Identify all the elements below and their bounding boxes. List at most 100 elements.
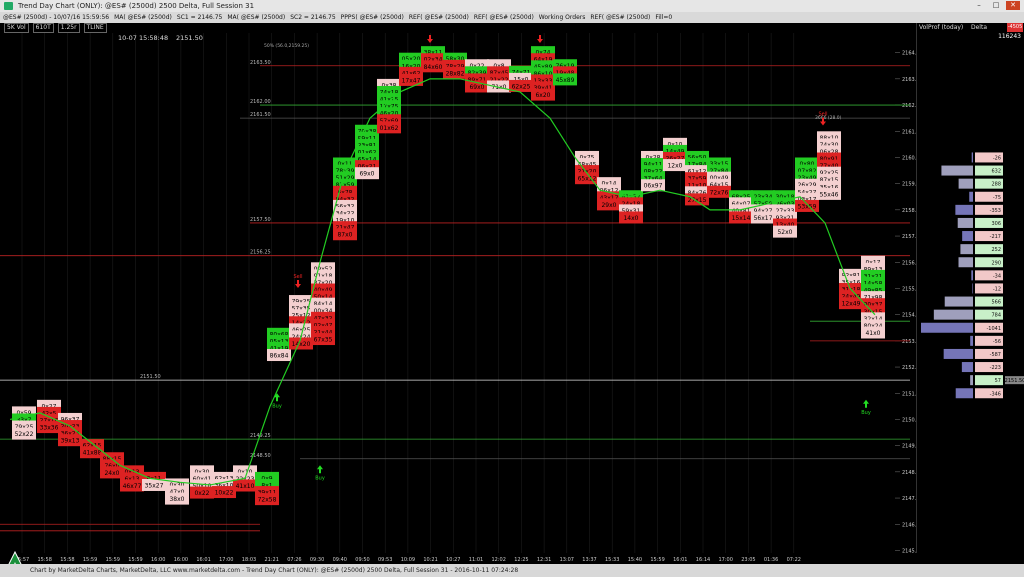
time-tick-label: 09:50 xyxy=(355,557,369,563)
footprint-cell-text: 69x0 xyxy=(469,84,484,91)
profile-delta-value: -346 xyxy=(990,391,1001,397)
chart-setting-1[interactable]: 610T xyxy=(32,23,54,33)
toolbar-item[interactable]: SC1 = 2146.75 xyxy=(177,12,222,23)
toolbar-item[interactable]: MA( @ES# (2500d) xyxy=(227,12,285,23)
toolbar-item[interactable]: Working Orders xyxy=(539,12,586,23)
time-tick-label: 16:00 xyxy=(151,557,165,563)
profile-delta-value: -26 xyxy=(993,155,1001,161)
price-tick-label: 2151.00 xyxy=(902,391,916,397)
footprint-cell-text: 41x10 xyxy=(236,483,255,490)
time-axis: 15:57 15:58 15:58 15:59 15:59 15:59 16:00 16:00… xyxy=(15,557,801,563)
minimize-button[interactable]: – xyxy=(972,1,986,10)
time-tick-label: 16:01 xyxy=(673,557,687,563)
app-icon xyxy=(4,2,13,10)
footprint-cell-text: 15x14 xyxy=(732,215,751,222)
profile-bar xyxy=(969,191,973,202)
footprint-cell-text: 72x76 xyxy=(710,189,729,196)
time-tick-label: 23:05 xyxy=(741,557,755,563)
profile-delta-value: 566 xyxy=(991,300,1001,306)
profile-delta-value: -1041 xyxy=(986,326,1001,332)
profile-delta-value: -75 xyxy=(993,195,1001,201)
reference-line-label: 2162.00 xyxy=(250,99,271,105)
time-tick-label: 15:59 xyxy=(83,557,97,563)
chart-setting-0[interactable]: 5K Vol xyxy=(4,23,29,33)
footprint-cell-text: 62x25 xyxy=(512,83,531,90)
footprint-cell-text: 45x89 xyxy=(556,77,575,84)
footprint-cell-text: 38x0 xyxy=(169,496,184,503)
time-tick-label: 17:00 xyxy=(219,557,233,563)
time-tick-label: 16:00 xyxy=(174,557,188,563)
sell-signal-label: Sell xyxy=(293,274,302,280)
profile-bar xyxy=(962,231,973,242)
footprint-cell-text: 14x20 xyxy=(292,341,311,348)
chart-setting-2[interactable]: 1.25r xyxy=(57,23,80,33)
time-tick-label: 07:26 xyxy=(287,557,301,563)
volume-profile-histogram: -26 632 288 -75 -353 306 -217 252 290 -34 -12 566 78… xyxy=(921,152,1024,399)
toolbar-item[interactable]: Fill=0 xyxy=(655,12,672,23)
footprint-cell-text: 41x88 xyxy=(83,450,102,457)
footprint-cell-text: 56x17 xyxy=(754,215,773,222)
profile-delta-value: -56 xyxy=(993,339,1001,345)
footprint-chart[interactable]: 2164.00 2163.00 2162.00 2161.00 2160.00 2159.… xyxy=(0,33,916,553)
time-tick-label: 15:33 xyxy=(605,557,619,563)
time-tick-label: 18:03 xyxy=(242,557,256,563)
time-tick-label: 15:40 xyxy=(628,557,642,563)
price-tick-label: 2155.00 xyxy=(902,286,916,292)
price-tick-label: 2161.00 xyxy=(902,129,916,135)
time-tick-label: 09:30 xyxy=(310,557,324,563)
maximize-button[interactable]: □ xyxy=(989,1,1003,10)
footprint-cell-text: 12x0 xyxy=(667,163,682,170)
toolbar-item[interactable]: REF( @ES# (2500d) xyxy=(590,12,650,23)
time-tick-label: 16:01 xyxy=(196,557,210,563)
price-tick-label: 2162.00 xyxy=(902,103,916,109)
buy-signal-label: Buy xyxy=(272,403,282,409)
profile-bar xyxy=(971,152,973,163)
time-tick-label: 07:22 xyxy=(787,557,801,563)
window-title: Trend Day Chart (ONLY): @ES# (2500d) 250… xyxy=(18,2,255,10)
close-button[interactable]: ✕ xyxy=(1006,1,1020,10)
profile-bar xyxy=(933,309,973,320)
toolbar-item[interactable]: SC2 = 2146.75 xyxy=(290,12,335,23)
profile-bar xyxy=(970,335,973,346)
reference-line-label: 2156.25 xyxy=(250,250,271,256)
toolbar-item[interactable]: REF( @ES# (2500d) xyxy=(474,12,534,23)
sell-signal-label: Sell xyxy=(425,33,434,35)
toolbar-item[interactable]: PPPS( @ES# (2500d) xyxy=(341,12,404,23)
time-tick-label: 17:00 xyxy=(718,557,732,563)
profile-delta-value: 632 xyxy=(991,169,1001,175)
chart-setting-3[interactable]: TLINE xyxy=(83,23,107,33)
toolbar-item[interactable]: @ES# (2500d) - 10/07/16 15:59:56 xyxy=(3,12,109,23)
time-tick-label: 10:27 xyxy=(446,557,460,563)
footprint-cell-text: 27x15 xyxy=(688,197,707,204)
study-toolbar: @ES# (2500d) - 10/07/16 15:59:56 MA( @ES#… xyxy=(0,12,1024,23)
volume-profile-panel: VolProf (today) Delta -4505 116243 -26 63… xyxy=(916,23,1024,553)
profile-delta-value: 306 xyxy=(991,221,1001,227)
time-tick-label: 16:14 xyxy=(696,557,710,563)
footprint-cell-text: 35x27 xyxy=(145,482,164,489)
price-tick-label: 2163.00 xyxy=(902,77,916,83)
footprint-cell-text: 84x60 xyxy=(424,64,443,71)
footprint-cell-text: 41x0 xyxy=(865,330,880,337)
price-tick-label: 2147.00 xyxy=(902,496,916,502)
toolbar-item[interactable]: MA( @ES# (2500d) xyxy=(114,12,172,23)
profile-delta-value: -223 xyxy=(990,365,1001,371)
buy-signal-label: Buy xyxy=(861,410,871,416)
time-tick-label: 15:59 xyxy=(106,557,120,563)
sell-signal-label: Sell xyxy=(818,112,827,118)
footprint-cell-text: 46x77 xyxy=(123,483,142,490)
time-tick-label: 12:25 xyxy=(514,557,528,563)
time-tick-label: 21:21 xyxy=(264,557,278,563)
profile-bar xyxy=(941,165,973,176)
price-tick-label: 2157.00 xyxy=(902,234,916,240)
price-tick-label: 2150.00 xyxy=(902,417,916,423)
price-tick-label: 2153.00 xyxy=(902,339,916,345)
annotation-label: 50% (56.0,2159.25) xyxy=(264,43,309,49)
profile-bar xyxy=(970,375,973,386)
footprint-cell-text: 33x36 xyxy=(40,425,59,432)
price-tick-label: 2152.00 xyxy=(902,365,916,371)
price-tick-label: 2149.00 xyxy=(902,444,916,450)
toolbar-item[interactable]: REF( @ES# (2500d) xyxy=(409,12,469,23)
reference-line-label: 2161.50 xyxy=(250,112,271,118)
profile-bar xyxy=(958,257,973,268)
profile-delta-value: 784 xyxy=(991,313,1001,319)
